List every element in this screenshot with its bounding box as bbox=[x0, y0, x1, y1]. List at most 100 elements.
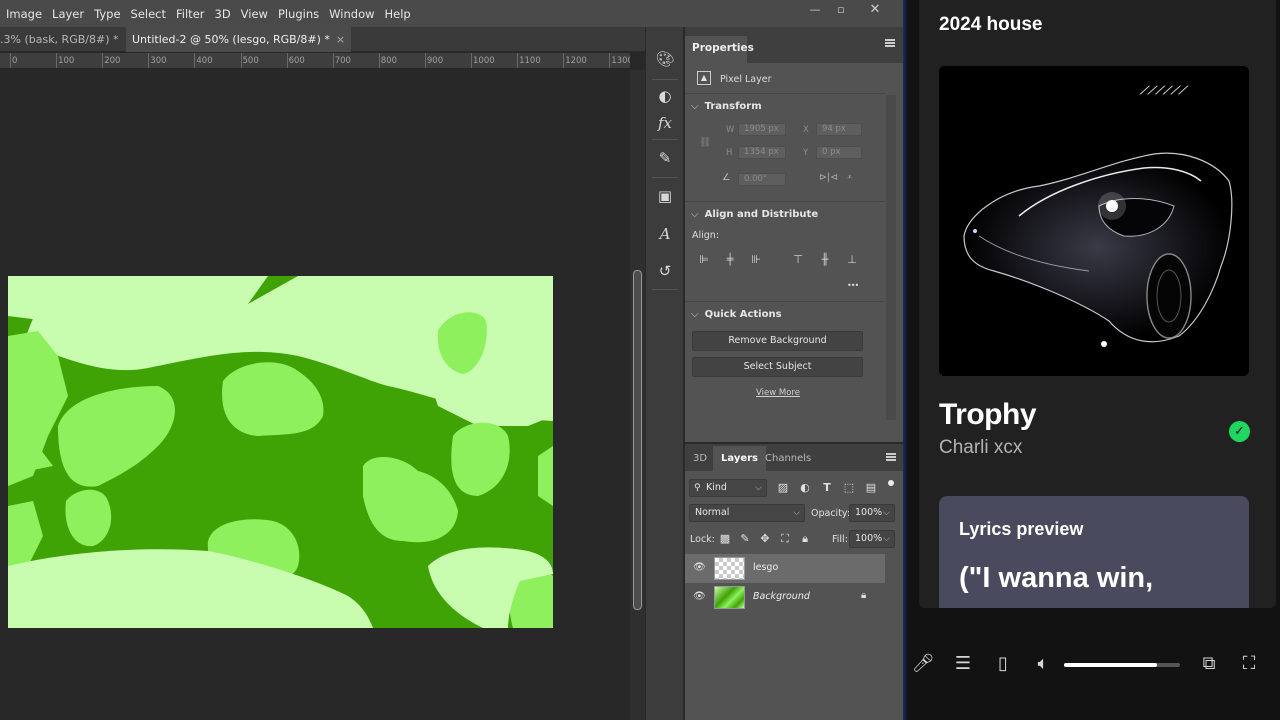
align-left-icon[interactable]: ⊫ bbox=[697, 254, 711, 266]
blend-mode-select[interactable]: Normal ⌵ bbox=[689, 504, 805, 522]
angle-field[interactable]: 0.00° bbox=[738, 173, 786, 186]
fill-field[interactable]: 100% ⌵ bbox=[849, 530, 895, 548]
properties-scrollbar[interactable] bbox=[886, 95, 896, 420]
panel-menu-icon[interactable] bbox=[886, 453, 896, 461]
align-top-icon[interactable]: ⊤ bbox=[791, 254, 805, 266]
menu-view[interactable]: View bbox=[236, 7, 273, 21]
filter-type-icon[interactable]: T bbox=[820, 481, 834, 495]
panel-menu-icon[interactable] bbox=[885, 39, 895, 47]
scrollbar-thumb[interactable] bbox=[633, 270, 642, 610]
menu-image[interactable]: Image bbox=[0, 7, 47, 21]
ruler-tick-mark bbox=[240, 53, 242, 68]
svg-text:⟋⟋⟋⟋⟋⟋: ⟋⟋⟋⟋⟋⟋ bbox=[1139, 84, 1189, 97]
color-palette-icon[interactable]: 🎨︎ bbox=[653, 47, 677, 71]
lock-artboard-icon[interactable]: ⛶ bbox=[778, 532, 792, 546]
menu-layer[interactable]: Layer bbox=[47, 7, 89, 21]
playlist-title[interactable]: 2024 house bbox=[939, 14, 1043, 36]
filter-smart-object-icon[interactable]: ▤ bbox=[864, 481, 878, 495]
ruler-tick-label: 1100 bbox=[519, 56, 541, 66]
character-icon[interactable]: A bbox=[653, 222, 677, 246]
menu-filter[interactable]: Filter bbox=[171, 7, 209, 21]
menu-plugins[interactable]: Plugins bbox=[273, 7, 324, 21]
tab-channels[interactable]: Channels bbox=[757, 446, 819, 471]
filter-adjustment-icon[interactable]: ◐ bbox=[798, 481, 812, 495]
close-tab-icon[interactable]: × bbox=[336, 33, 345, 46]
layer-row-background[interactable]: 👁︎ Background 🔒︎ bbox=[685, 583, 885, 612]
width-field[interactable]: 1905 px bbox=[738, 123, 786, 136]
flip-horizontal-icon[interactable]: ⊳|⊲ bbox=[819, 172, 838, 183]
volume-icon[interactable]: 🔈︎ bbox=[1031, 652, 1055, 676]
remove-background-button[interactable]: Remove Background bbox=[692, 331, 863, 351]
microphone-icon[interactable]: 🎤︎ bbox=[911, 652, 935, 676]
select-subject-button[interactable]: Select Subject bbox=[692, 357, 863, 377]
align-middle-vertical-icon[interactable]: ╫ bbox=[818, 254, 832, 266]
menu-select[interactable]: Select bbox=[126, 7, 171, 21]
divider bbox=[652, 177, 678, 178]
tab-document-bask[interactable]: .3% (bask, RGB/8#) *× bbox=[0, 27, 140, 52]
filter-shape-icon[interactable]: ⬚ bbox=[842, 481, 856, 495]
visibility-eye-icon[interactable]: 👁︎ bbox=[693, 591, 706, 603]
fullscreen-icon[interactable]: ⛶ bbox=[1237, 652, 1261, 676]
more-options-icon[interactable]: ••• bbox=[847, 281, 859, 290]
menu-help[interactable]: Help bbox=[380, 7, 416, 21]
link-icon[interactable]: ⛓ bbox=[699, 137, 711, 148]
flip-vertical-icon[interactable]: ⩡ bbox=[847, 172, 852, 183]
lock-all-icon[interactable]: 🔒︎ bbox=[798, 532, 812, 546]
maximize-icon[interactable]: ▫ bbox=[826, 2, 856, 18]
filter-toggle-icon[interactable] bbox=[888, 480, 894, 486]
song-title[interactable]: Trophy bbox=[939, 398, 1037, 432]
adjustments-icon[interactable]: ◐ bbox=[653, 84, 677, 108]
layer-filter-kind-select[interactable]: ⚲ Kind ⌵ bbox=[689, 479, 767, 497]
lock-position-icon[interactable]: ✥ bbox=[758, 532, 772, 546]
tab-3d[interactable]: 3D bbox=[685, 446, 715, 471]
ruler-tick-label: 600 bbox=[288, 56, 305, 66]
ruler-tick-label: 900 bbox=[426, 56, 444, 66]
filter-pixel-icon[interactable]: ▨ bbox=[776, 481, 790, 495]
menu-3d[interactable]: 3D bbox=[210, 7, 236, 21]
artist-name[interactable]: Charli xcx bbox=[939, 437, 1022, 459]
visibility-eye-icon[interactable]: 👁︎ bbox=[693, 562, 706, 574]
align-center-horizontal-icon[interactable]: ╪ bbox=[723, 254, 737, 266]
x-position-field[interactable]: 94 px bbox=[816, 123, 862, 136]
close-icon[interactable]: ✕ bbox=[860, 2, 890, 18]
y-position-field[interactable]: 0 px bbox=[816, 146, 862, 159]
volume-slider[interactable] bbox=[1064, 663, 1180, 667]
align-bottom-icon[interactable]: ⊥ bbox=[845, 254, 859, 266]
tab-properties[interactable]: Properties bbox=[685, 36, 754, 63]
align-distribute-section-header[interactable]: Align and Distribute bbox=[691, 209, 819, 220]
layer-row-lesgo[interactable]: 👁︎ lesgo bbox=[685, 554, 885, 583]
lock-transparent-pixels-icon[interactable]: ▩ bbox=[718, 532, 732, 546]
queue-icon[interactable]: ☰ bbox=[951, 652, 975, 676]
quick-actions-section-header[interactable]: Quick Actions bbox=[691, 309, 782, 320]
align-right-icon[interactable]: ⊪ bbox=[749, 254, 763, 266]
artwork-canvas[interactable] bbox=[8, 276, 553, 628]
opacity-field[interactable]: 100% ⌵ bbox=[849, 504, 895, 522]
panel-edge bbox=[903, 0, 908, 720]
fill-label: Fill: bbox=[832, 534, 848, 545]
volume-slider-fill bbox=[1064, 663, 1157, 667]
layer-name: lesgo bbox=[753, 562, 779, 573]
menu-type[interactable]: Type bbox=[89, 7, 125, 21]
transform-section-header[interactable]: Transform bbox=[691, 101, 762, 112]
styles-fx-icon[interactable]: fx bbox=[653, 111, 677, 135]
lock-image-pixels-icon[interactable]: ✎ bbox=[738, 532, 752, 546]
canvas-scrollbar[interactable] bbox=[630, 70, 645, 720]
document-tabs: .3% (bask, RGB/8#) *× Untitled-2 @ 50% (… bbox=[0, 27, 673, 52]
tab-label: .3% (bask, RGB/8#) * bbox=[0, 33, 119, 46]
connect-device-icon[interactable]: ▯ bbox=[991, 652, 1015, 676]
tab-document-untitled-2[interactable]: Untitled-2 @ 50% (lesgo, RGB/8#) * × bbox=[126, 27, 352, 52]
history-icon[interactable]: ↺ bbox=[653, 259, 677, 283]
ruler-tick-mark bbox=[194, 53, 196, 68]
ruler-tick-label: 1000 bbox=[473, 56, 495, 66]
ruler-tick-label: 500 bbox=[242, 56, 259, 66]
mini-player-icon[interactable]: ⧉ bbox=[1197, 652, 1221, 676]
menu-window[interactable]: Window bbox=[324, 7, 379, 21]
view-more-link[interactable]: View More bbox=[756, 388, 800, 398]
ruler-tick-mark bbox=[517, 53, 519, 68]
align-label: Align: bbox=[692, 230, 720, 241]
height-field[interactable]: 1354 px bbox=[738, 146, 786, 159]
lyrics-preview-card[interactable]: Lyrics preview ("I wanna win, bbox=[939, 496, 1249, 608]
libraries-icon[interactable]: ▣ bbox=[653, 184, 677, 208]
brush-settings-icon[interactable]: ✎ bbox=[653, 146, 677, 170]
saved-check-icon[interactable]: ✓ bbox=[1229, 421, 1250, 442]
